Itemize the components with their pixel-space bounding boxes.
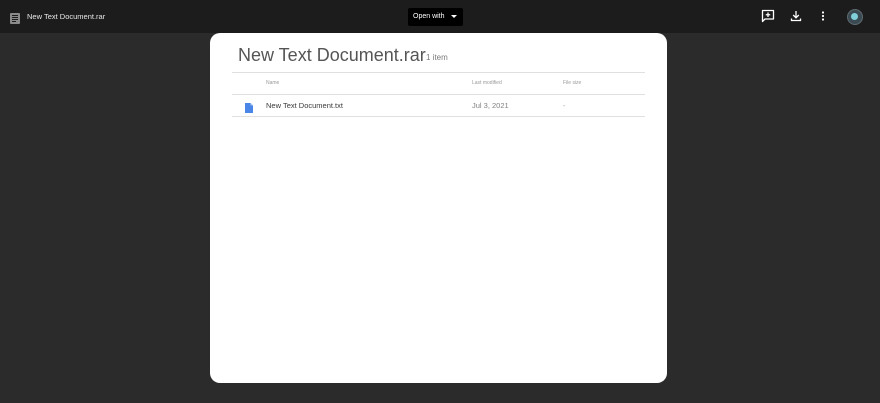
- avatar-image: [851, 13, 858, 20]
- column-header-name[interactable]: Name: [266, 79, 279, 87]
- document-icon: [245, 100, 253, 113]
- file-title: New Text Document.rar: [27, 12, 106, 21]
- archive-panel: New Text Document.rar 1 item Name Last m…: [210, 33, 667, 383]
- row-file-name: New Text Document.txt: [266, 101, 343, 110]
- open-with-button[interactable]: Open with: [408, 8, 463, 26]
- archive-title: New Text Document.rar: [238, 45, 426, 65]
- caret-down-icon: [451, 15, 457, 18]
- add-comment-icon[interactable]: [761, 9, 775, 23]
- divider: [232, 116, 645, 117]
- table-row[interactable]: New Text Document.txt Jul 3, 2021 -: [232, 94, 645, 116]
- divider: [232, 72, 645, 73]
- column-header-last-modified[interactable]: Last modified: [472, 79, 502, 87]
- row-last-modified: Jul 3, 2021: [472, 101, 509, 110]
- item-count: 1 item: [426, 53, 448, 62]
- row-file-size: -: [563, 101, 566, 110]
- download-icon[interactable]: [789, 9, 803, 23]
- open-with-label: Open with: [413, 13, 445, 20]
- file-icon: [10, 11, 20, 24]
- top-bar: New Text Document.rar Open with: [0, 0, 880, 33]
- avatar[interactable]: [847, 9, 863, 25]
- more-vert-icon[interactable]: [816, 9, 830, 23]
- column-header-file-size[interactable]: File size: [563, 79, 581, 87]
